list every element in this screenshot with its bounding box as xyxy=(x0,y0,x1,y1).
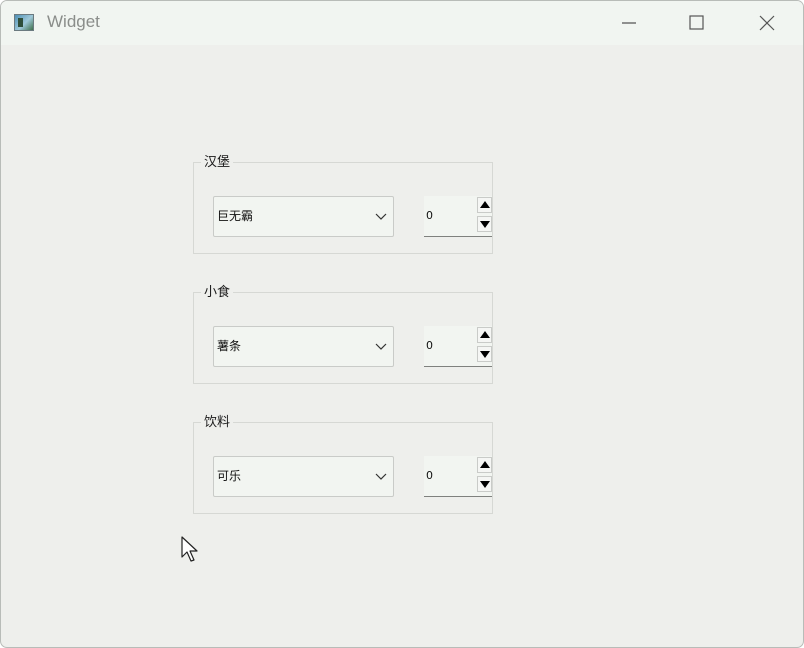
maximize-icon xyxy=(689,15,704,30)
close-icon xyxy=(759,15,775,31)
burger-combobox[interactable]: 巨无霸 xyxy=(213,196,394,237)
snack-quantity-spinbox[interactable]: 0 xyxy=(424,326,492,367)
triangle-up-icon xyxy=(480,461,490,468)
spin-up-button[interactable] xyxy=(477,457,492,473)
window-title: Widget xyxy=(47,12,100,31)
snack-combobox[interactable]: 薯条 xyxy=(213,326,394,367)
app-window-icon xyxy=(14,14,34,31)
drink-combobox[interactable]: 可乐 xyxy=(213,456,394,497)
group-drink: 饮料 可乐 0 xyxy=(193,415,493,514)
title-bar[interactable]: Widget xyxy=(1,1,803,45)
drink-quantity-spinbox[interactable]: 0 xyxy=(424,456,492,497)
spin-value: 0 xyxy=(426,339,433,352)
group-snack: 小食 薯条 0 xyxy=(193,285,493,384)
minimize-button[interactable] xyxy=(595,1,663,45)
spin-value: 0 xyxy=(426,469,433,482)
close-button[interactable] xyxy=(733,1,801,45)
burger-quantity-spinbox[interactable]: 0 xyxy=(424,196,492,237)
triangle-down-icon xyxy=(480,221,490,228)
app-window: Widget 汉堡 巨无霸 0 小食 薯条 0 饮料 可乐 0 xyxy=(0,0,804,648)
spin-value: 0 xyxy=(426,209,433,222)
spin-down-button[interactable] xyxy=(477,476,492,492)
minimize-icon xyxy=(622,22,636,24)
group-title: 小食 xyxy=(201,285,234,301)
spin-down-button[interactable] xyxy=(477,346,492,362)
combo-value: 薯条 xyxy=(217,339,242,353)
mouse-cursor-icon xyxy=(181,536,198,562)
triangle-up-icon xyxy=(480,331,490,338)
spin-down-button[interactable] xyxy=(477,216,492,232)
group-title: 饮料 xyxy=(201,415,234,431)
triangle-down-icon xyxy=(480,481,490,488)
group-title: 汉堡 xyxy=(201,155,234,171)
maximize-button[interactable] xyxy=(663,1,731,45)
triangle-up-icon xyxy=(480,201,490,208)
spin-up-button[interactable] xyxy=(477,197,492,213)
combo-value: 可乐 xyxy=(217,469,242,483)
triangle-down-icon xyxy=(480,351,490,358)
spin-up-button[interactable] xyxy=(477,327,492,343)
chevron-down-icon xyxy=(375,473,387,480)
combo-value: 巨无霸 xyxy=(217,209,254,223)
chevron-down-icon xyxy=(375,343,387,350)
group-burger: 汉堡 巨无霸 0 xyxy=(193,155,493,254)
chevron-down-icon xyxy=(375,213,387,220)
